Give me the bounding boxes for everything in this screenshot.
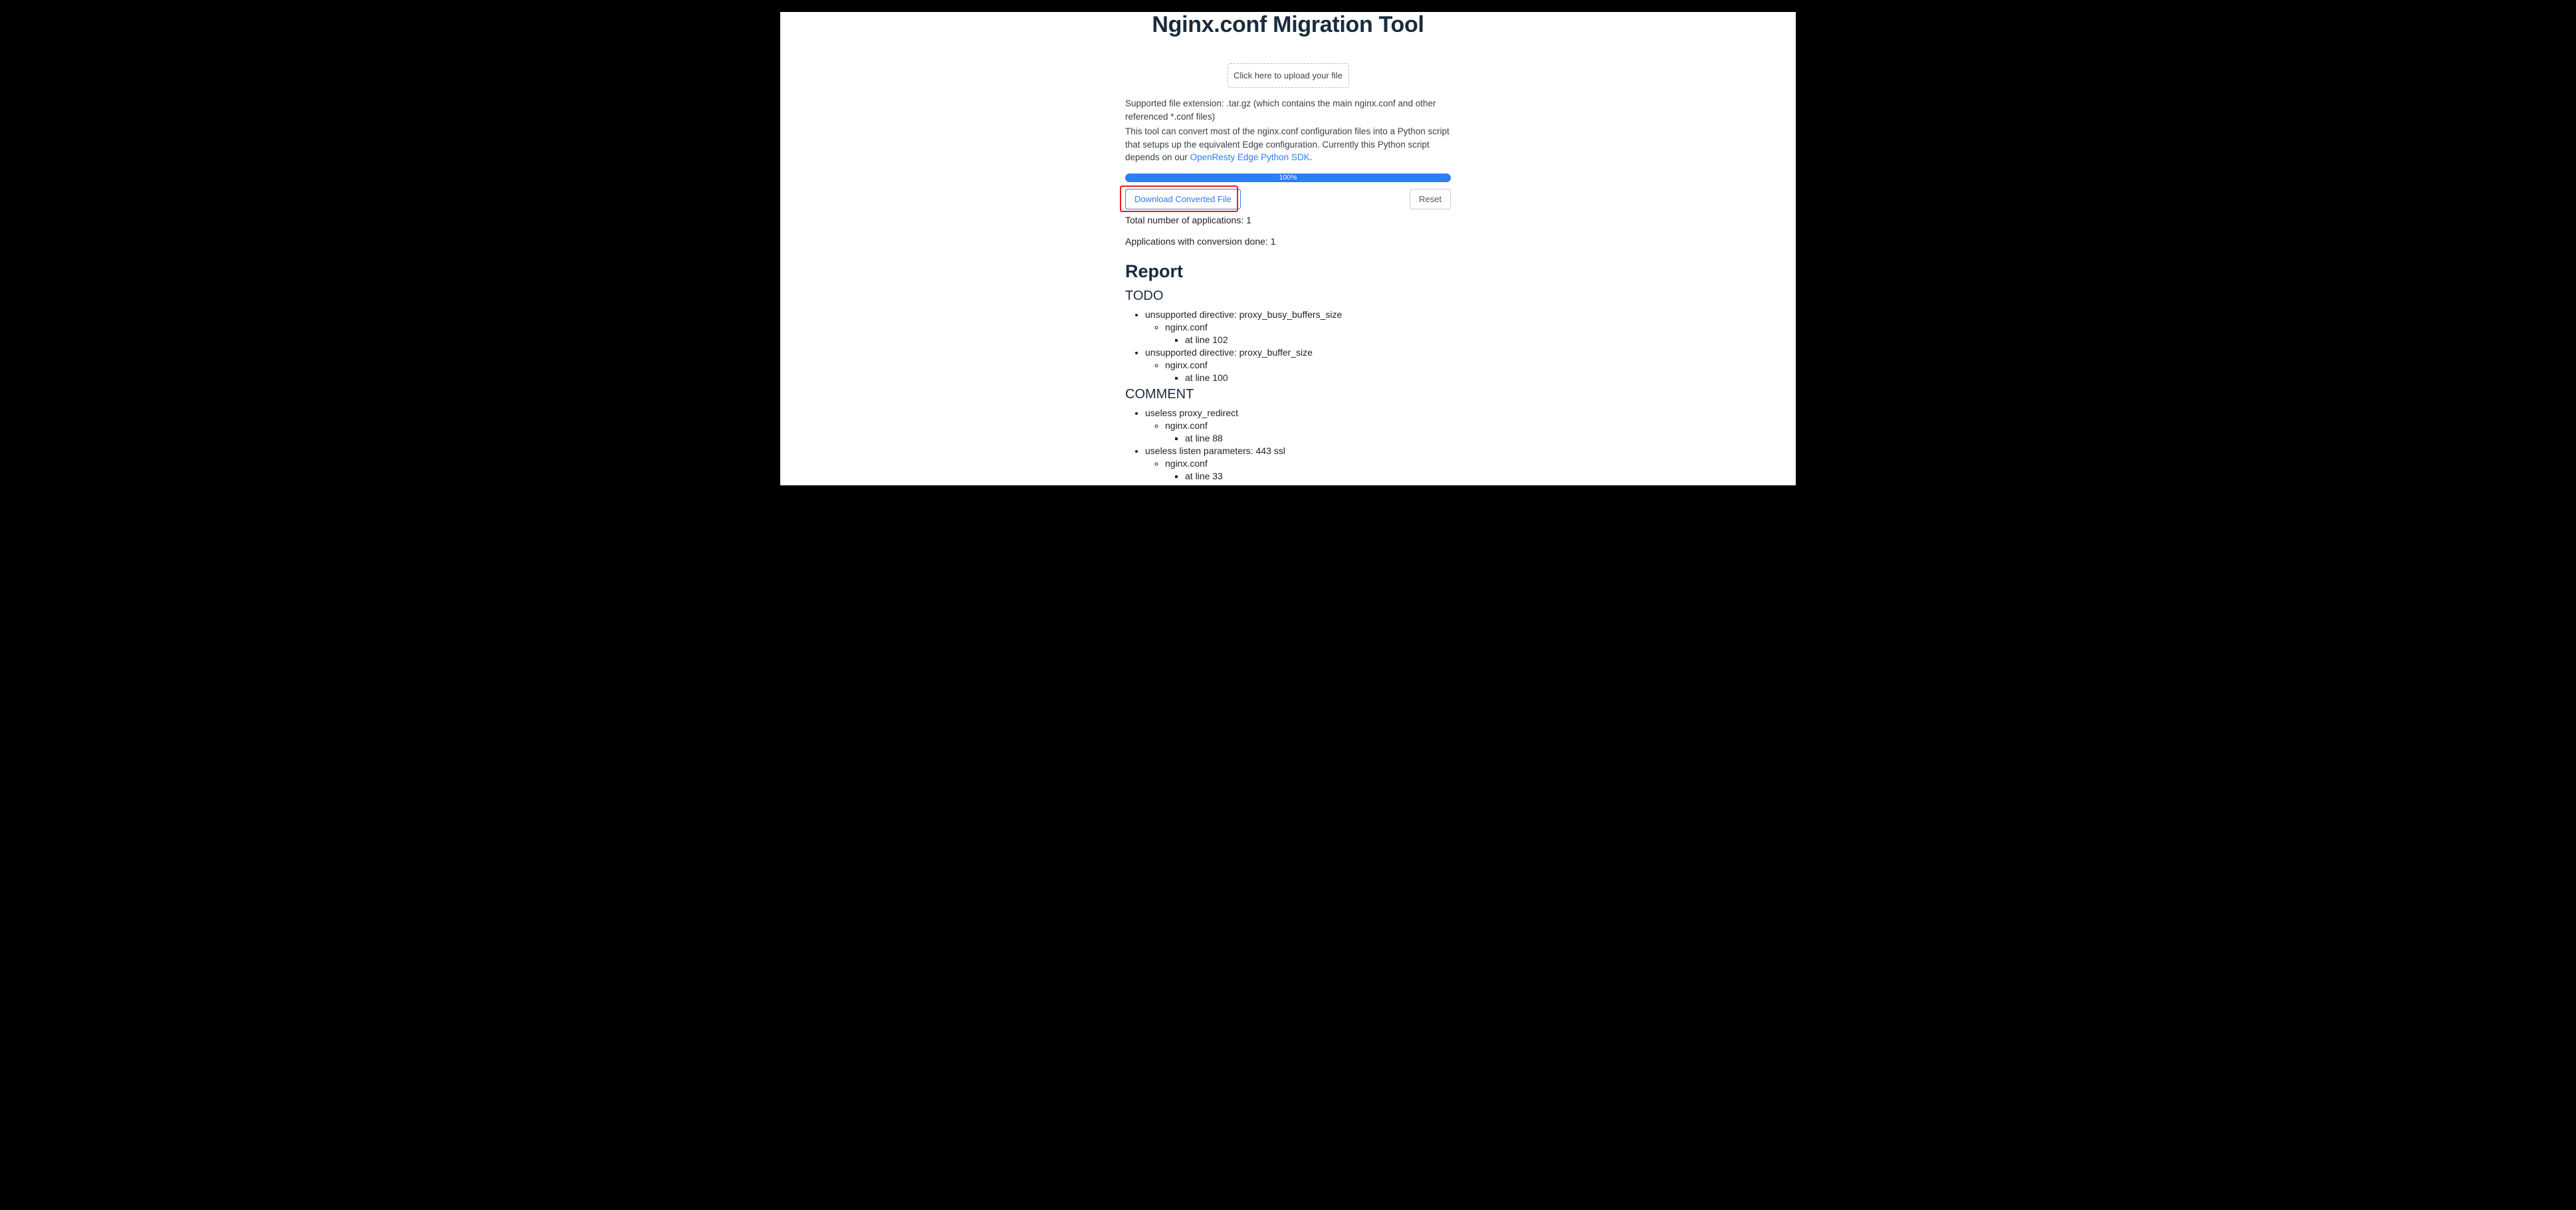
report-section-heading: COMMENT	[1125, 387, 1451, 402]
report-body: TODO unsupported directive: proxy_busy_bu…	[1125, 289, 1451, 485]
download-converted-file-button[interactable]: Download Converted File	[1125, 189, 1241, 209]
total-apps-label: Total number of applications:	[1125, 215, 1246, 225]
report-file-list: nginx.confat line 102	[1145, 322, 1451, 345]
report-line-list: at line 88	[1165, 433, 1451, 443]
desc-post: .	[1310, 152, 1313, 162]
report-file: nginx.confat line 100	[1165, 360, 1451, 383]
report-file: nginx.confat line 33	[1165, 458, 1451, 481]
report-line: at line 88	[1185, 433, 1451, 443]
done-applications-stat: Applications with conversion done: 1	[1125, 236, 1451, 247]
report-line-list: at line 102	[1165, 334, 1451, 345]
page-title: Nginx.conf Migration Tool	[780, 12, 1796, 38]
progress-wrap: 100%	[1125, 174, 1451, 182]
supported-extension-text: Supported file extension: .tar.gz (which…	[1125, 97, 1451, 123]
report-line: at line 102	[1185, 334, 1451, 345]
report-file-list: nginx.confat line 100	[1145, 360, 1451, 383]
main-container: Click here to upload your file Supported…	[1125, 53, 1451, 485]
report-item: useless listen parameters: 443 sslnginx.…	[1145, 445, 1451, 481]
total-applications-stat: Total number of applications: 1	[1125, 215, 1451, 225]
report-file-list: nginx.confat line 33	[1145, 458, 1451, 481]
report-line-list: at line 33	[1165, 471, 1451, 481]
report-line: at line 33	[1185, 471, 1451, 481]
report-item-list: useless proxy_redirectnginx.confat line …	[1125, 408, 1451, 485]
total-apps-value: 1	[1246, 215, 1251, 225]
report-item: unsupported directive: proxy_buffer_size…	[1145, 347, 1451, 383]
sdk-link[interactable]: OpenResty Edge Python SDK	[1190, 152, 1310, 162]
report-file: nginx.confat line 88	[1165, 420, 1451, 443]
progress-percent-label: 100%	[1125, 174, 1451, 182]
upload-dropzone[interactable]: Click here to upload your file	[1228, 63, 1349, 88]
done-apps-label: Applications with conversion done:	[1125, 236, 1271, 247]
report-line-list: at line 100	[1165, 372, 1451, 383]
report-section-heading: TODO	[1125, 289, 1451, 304]
report-item: useless proxy_redirectnginx.confat line …	[1145, 408, 1451, 443]
report-heading: Report	[1125, 261, 1451, 282]
report-item-list: unsupported directive: proxy_busy_buffer…	[1125, 309, 1451, 383]
report-item: useless listen parameters: 80nginx.conf	[1145, 483, 1451, 485]
report-item: unsupported directive: proxy_busy_buffer…	[1145, 309, 1451, 345]
page-surface: Nginx.conf Migration Tool Click here to …	[780, 12, 1796, 485]
tool-description-text: This tool can convert most of the nginx.…	[1125, 125, 1451, 164]
reset-button[interactable]: Reset	[1410, 189, 1451, 209]
report-file: nginx.confat line 102	[1165, 322, 1451, 345]
progress-bar: 100%	[1125, 174, 1451, 182]
done-apps-value: 1	[1271, 236, 1276, 247]
report-file-list: nginx.confat line 88	[1145, 420, 1451, 443]
report-line: at line 100	[1185, 372, 1451, 383]
button-row: Download Converted File Reset	[1125, 189, 1451, 209]
